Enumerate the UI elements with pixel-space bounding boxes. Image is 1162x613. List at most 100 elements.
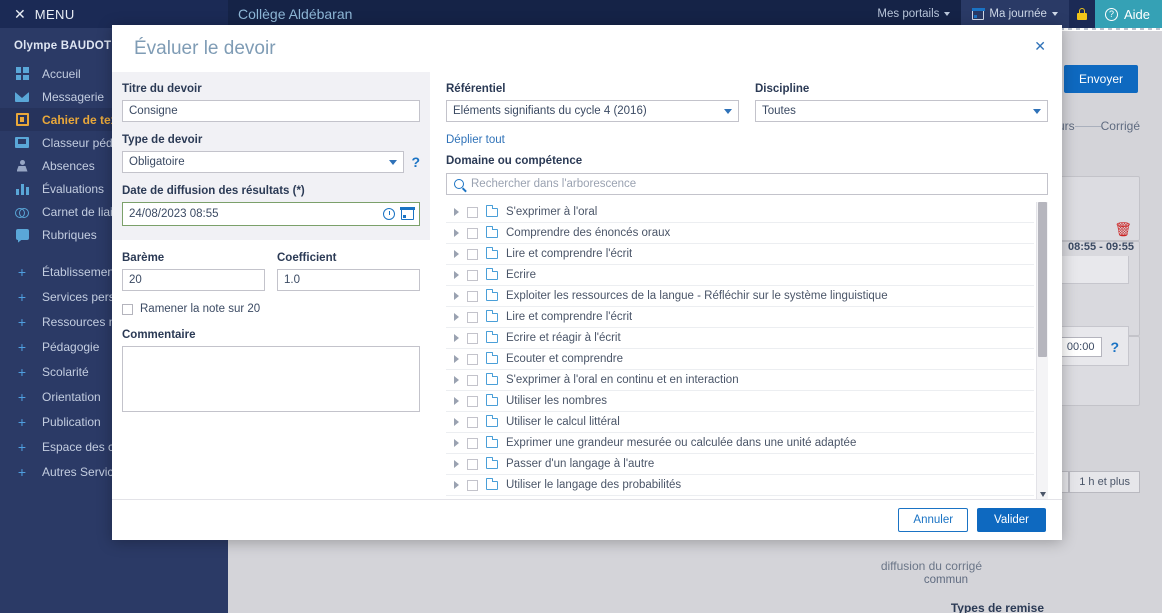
ma-journee-menu[interactable]: Ma journée <box>961 0 1069 28</box>
folder-icon <box>485 246 498 259</box>
tree-row[interactable]: S'exprimer à l'oral en continu et en int… <box>446 370 1034 391</box>
tree-row[interactable]: Exprimer une grandeur mesurée ou calculé… <box>446 433 1034 454</box>
scroll-down-arrow-icon[interactable] <box>1040 492 1046 497</box>
titre-du-devoir-label: Titre du devoir <box>122 83 202 95</box>
chevron-right-icon[interactable] <box>454 376 459 384</box>
tree-row-label: S'exprimer à l'oral <box>506 206 598 218</box>
tree-scrollbar[interactable] <box>1036 202 1048 499</box>
commentaire-textarea[interactable] <box>122 346 420 412</box>
tree-checkbox[interactable] <box>467 437 478 449</box>
chevron-right-icon[interactable] <box>454 313 459 321</box>
menu-label: MENU <box>34 6 75 22</box>
tree-row-label: S'exprimer à l'oral en continu et en int… <box>506 374 739 386</box>
audio-timer: 00:00 <box>1058 337 1103 357</box>
aide-button[interactable]: ? Aide <box>1094 0 1162 28</box>
clock-icon[interactable] <box>383 208 395 220</box>
tree-row[interactable]: Écrire et réagir à l'écrit <box>446 328 1034 349</box>
tree-row[interactable]: Utiliser les nombres <box>446 391 1034 412</box>
ramener-note-row[interactable]: Ramener la note sur 20 <box>122 303 420 315</box>
chevron-right-icon[interactable] <box>454 250 459 258</box>
tree-row[interactable]: Lire et comprendre l'écrit <box>446 244 1034 265</box>
bareme-coefficient-row: Barème Coefficient <box>122 252 420 291</box>
chevron-right-icon[interactable] <box>454 460 459 468</box>
tree-checkbox[interactable] <box>467 374 478 386</box>
envoyer-button[interactable]: Envoyer <box>1063 65 1138 93</box>
step-corrige[interactable]: Corrigé <box>1101 119 1140 133</box>
tree-checkbox[interactable] <box>467 332 478 344</box>
annuler-button[interactable]: Annuler <box>898 508 969 532</box>
arborescence-search-box[interactable]: Rechercher dans l'arborescence <box>446 173 1048 195</box>
tree-row[interactable]: S'exprimer à l'oral <box>446 202 1034 223</box>
date-diffusion-value[interactable]: 24/08/2023 08:55 <box>129 208 383 220</box>
mes-portails-menu[interactable]: Mes portails <box>866 0 961 28</box>
coefficient-group: Coefficient <box>277 252 420 291</box>
bareme-input[interactable] <box>122 269 265 291</box>
calendar-icon[interactable] <box>400 207 415 220</box>
chevron-right-icon[interactable] <box>454 292 459 300</box>
tree-row[interactable]: Comprendre des énoncés oraux <box>446 223 1034 244</box>
close-icon[interactable]: ✕ <box>1034 39 1046 53</box>
chevron-right-icon[interactable] <box>454 355 459 363</box>
chevron-right-icon[interactable] <box>454 481 459 489</box>
tree-row[interactable]: Écrire <box>446 265 1034 286</box>
folder-icon <box>485 330 498 343</box>
tree-row[interactable]: Exploiter les ressources de la langue - … <box>446 286 1034 307</box>
tree-checkbox[interactable] <box>467 269 478 281</box>
help-icon[interactable]: ? <box>1110 339 1119 355</box>
tree-checkbox[interactable] <box>467 479 478 491</box>
date-diffusion-field[interactable]: 24/08/2023 08:55 <box>122 202 420 226</box>
tree-checkbox[interactable] <box>467 248 478 260</box>
type-de-devoir-value[interactable] <box>122 151 405 173</box>
folder-icon <box>485 435 498 448</box>
trash-icon[interactable]: 🗑 <box>1114 221 1132 238</box>
chevron-right-icon[interactable] <box>454 397 459 405</box>
tree-row[interactable]: Passer d'un langage à l'autre <box>446 454 1034 475</box>
tree-checkbox[interactable] <box>467 353 478 365</box>
referentiel-select[interactable] <box>446 100 739 122</box>
tree-checkbox[interactable] <box>467 416 478 428</box>
tree-checkbox[interactable] <box>467 311 478 323</box>
tree-row[interactable]: Utiliser le langage des probabilités <box>446 475 1034 496</box>
diffusion-note: diffusion du corrigé <box>880 559 982 573</box>
link-icon <box>14 205 30 219</box>
discipline-value[interactable] <box>755 100 1048 122</box>
type-de-devoir-help-icon[interactable]: ? <box>411 154 420 170</box>
tree-row-label: Passer d'un langage à l'autre <box>506 458 655 470</box>
tree-row-label: Écrire et réagir à l'écrit <box>506 332 621 344</box>
chevron-right-icon[interactable] <box>454 229 459 237</box>
valider-button[interactable]: Valider <box>977 508 1046 532</box>
chevron-right-icon[interactable] <box>454 418 459 426</box>
tree-checkbox[interactable] <box>467 395 478 407</box>
tree-checkbox[interactable] <box>467 458 478 470</box>
coefficient-input[interactable] <box>277 269 420 291</box>
chevron-right-icon[interactable] <box>454 208 459 216</box>
tree-checkbox[interactable] <box>467 290 478 302</box>
search-icon <box>454 179 464 189</box>
tree-row-label: Écouter et comprendre <box>506 353 623 365</box>
tree-checkbox[interactable] <box>467 206 478 218</box>
referentiel-value[interactable] <box>446 100 739 122</box>
tree-scrollbar-thumb[interactable] <box>1038 202 1047 357</box>
tree-row[interactable]: Lire et comprendre l'écrit <box>446 307 1034 328</box>
chevron-right-icon[interactable] <box>454 334 459 342</box>
folder-icon <box>485 477 498 490</box>
ramener-note-checkbox[interactable] <box>122 303 133 315</box>
duration-pill-1h[interactable]: 1 h et plus <box>1069 471 1140 493</box>
sidebar-item-label: Rubriques <box>42 227 97 242</box>
deplier-tout-link[interactable]: Déplier tout <box>446 134 505 146</box>
chevron-right-icon[interactable] <box>454 439 459 447</box>
titre-du-devoir-input[interactable] <box>122 100 420 122</box>
date-diffusion-label: Date de diffusion des résultats (*) <box>122 185 305 197</box>
tree-checkbox[interactable] <box>467 227 478 239</box>
tree-row-label: Lire et comprendre l'écrit <box>506 311 633 323</box>
type-de-devoir-select[interactable] <box>122 151 405 173</box>
chevron-right-icon[interactable] <box>454 271 459 279</box>
plus-icon: + <box>17 388 27 405</box>
discipline-select[interactable] <box>755 100 1048 122</box>
lock-button[interactable] <box>1068 0 1095 28</box>
tree-row[interactable]: Écouter et comprendre <box>446 349 1034 370</box>
tree-row[interactable]: Utiliser le calcul littéral <box>446 412 1034 433</box>
chevron-down-icon <box>1051 12 1058 16</box>
menu-button[interactable]: ✕ MENU <box>0 0 228 28</box>
